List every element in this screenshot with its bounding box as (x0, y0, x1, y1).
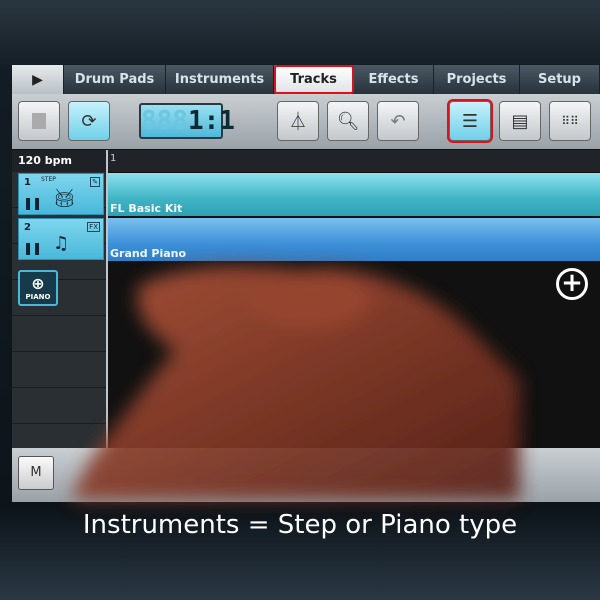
timeline-ruler[interactable]: 1 (107, 150, 600, 172)
plus-icon: ⊕ (31, 274, 45, 293)
add-button-label: PIANO (25, 293, 51, 301)
track-view-button[interactable]: ☰ (447, 99, 493, 143)
track-header-1[interactable]: 1 STEP ✎ ❚❚ 🥁︎ (18, 173, 104, 215)
lcd-ghost-digits: 888 (141, 106, 188, 136)
caption: Instruments = Step or Piano type (82, 510, 518, 540)
drum-icon: 🥁︎ (53, 188, 76, 209)
magnifier-icon: 🔍︎ (336, 110, 360, 132)
pause-icon[interactable]: ❚❚ (23, 196, 42, 210)
stop-button[interactable] (18, 101, 60, 141)
panel-icon: ▤ (511, 110, 529, 132)
track-list-icon: ☰ (461, 110, 479, 132)
tab-tracks[interactable]: Tracks (274, 65, 354, 94)
play-tab[interactable]: ▶ (12, 65, 64, 94)
add-track-icon[interactable]: + (556, 268, 588, 300)
tab-setup[interactable]: Setup (520, 65, 600, 94)
add-piano-track-button[interactable]: ⊕ PIANO (18, 270, 58, 306)
track-type: STEP (41, 176, 56, 183)
undo-icon: ↶ (390, 110, 406, 132)
position-display: 8881:1 (139, 103, 235, 139)
loop-button[interactable]: ⟳ (68, 101, 110, 141)
tempo-label[interactable]: 120 bpm (12, 150, 106, 172)
edit-icon[interactable]: ✎ (90, 177, 100, 187)
tab-projects[interactable]: Projects (434, 65, 520, 94)
app-screen: ▶ Drum Pads Instruments Tracks Effects P… (12, 65, 600, 502)
pads-view-button[interactable]: ⠿⠿ (549, 101, 591, 141)
pause-icon[interactable]: ❚❚ (23, 241, 42, 255)
track-number: 2 (24, 222, 31, 233)
undo-button[interactable]: ↶ (377, 101, 419, 141)
toolbar: ⟳ 8881:1 ⏃ 🔍︎ ↶ ☰ ▤ ⠿⠿ (12, 94, 600, 149)
track-number: 1 (24, 177, 31, 188)
grid-icon: ⠿⠿ (561, 114, 579, 128)
metronome-icon: ⏃ (289, 112, 307, 133)
bottom-toolbar: M (12, 448, 600, 502)
zoom-button[interactable]: 🔍︎ (327, 101, 369, 141)
tab-instruments[interactable]: Instruments (166, 65, 274, 94)
tab-drum-pads[interactable]: Drum Pads (64, 65, 166, 94)
mute-button[interactable]: M (18, 456, 54, 490)
piano-icon: ♫ (53, 233, 70, 254)
position-value: 1:1 (187, 106, 235, 136)
metronome-button[interactable]: ⏃ (277, 101, 319, 141)
stop-icon (32, 113, 46, 129)
tab-bar: ▶ Drum Pads Instruments Tracks Effects P… (12, 65, 600, 94)
track-clip-1[interactable]: FL Basic Kit (108, 173, 600, 216)
tab-effects[interactable]: Effects (354, 65, 434, 94)
track-header-2[interactable]: 2 FX ❚❚ ♫ (18, 218, 104, 260)
loop-icon: ⟳ (81, 110, 97, 132)
track-clip-2[interactable]: Grand Piano (108, 218, 600, 261)
fx-icon[interactable]: FX (87, 222, 100, 232)
mixer-view-button[interactable]: ▤ (499, 101, 541, 141)
ruler-bar-1: 1 (110, 153, 117, 164)
